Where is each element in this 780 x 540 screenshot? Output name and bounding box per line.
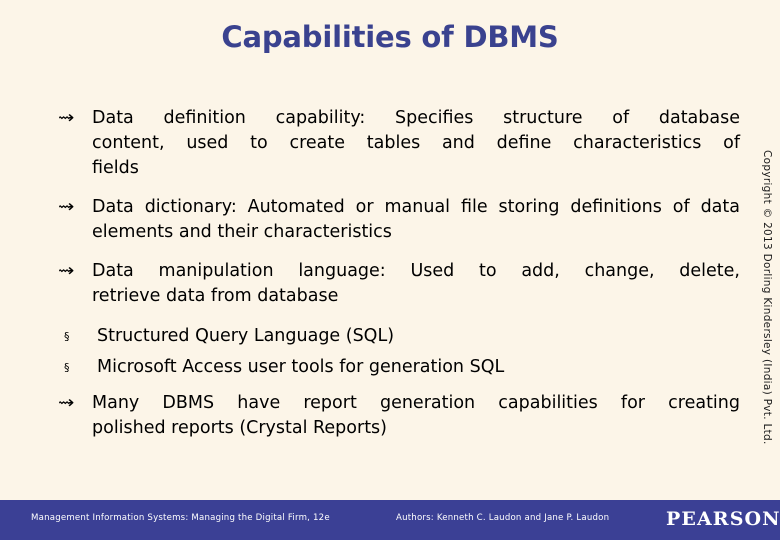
copyright-sidebar: Copyright © 2013 Dorling Kindersley (Ind… <box>756 150 778 480</box>
footer-bar: Management Information Systems: Managing… <box>0 500 780 540</box>
page-title: Capabilities of DBMS <box>221 20 559 54</box>
list-item: § Microsoft Access user tools for genera… <box>58 354 740 381</box>
arrow-bullet-icon: ⇝ <box>58 393 75 413</box>
list-item: § Structured Query Language (SQL) <box>58 323 740 350</box>
square-bullet-icon: § <box>64 330 70 343</box>
list-item: ⇝ Many DBMS have report generation capab… <box>58 391 740 441</box>
footer-course-title: Management Information Systems: Managing… <box>31 513 330 523</box>
arrow-bullet-icon: ⇝ <box>58 261 75 281</box>
list-item: ⇝ Data manipulation language: Used to ad… <box>58 259 740 309</box>
list-item-text: Structured Query Language (SQL) <box>97 323 740 350</box>
list-item: ⇝ Data dictionary: Automated or manual f… <box>58 195 740 245</box>
copyright-text: Copyright © 2013 Dorling Kindersley (Ind… <box>761 150 773 445</box>
bullet-line: Microsoft Access user tools for generati… <box>97 357 505 377</box>
bullet-line: Data definition capability: Specifies st… <box>92 108 740 128</box>
pearson-logo: PEARSON <box>666 508 780 530</box>
arrow-bullet-icon: ⇝ <box>58 197 75 217</box>
list-item-text: Many DBMS have report generation capabil… <box>92 391 740 441</box>
bullet-line: Data dictionary: Automated or manual fil… <box>92 197 690 217</box>
list-item-text: Data manipulation language: Used to add,… <box>92 259 740 309</box>
bullet-line: content, used to create tables and defin… <box>92 133 740 153</box>
bullet-line: Data manipulation language: Used to add,… <box>92 261 740 281</box>
bullet-list: ⇝ Data definition capability: Specifies … <box>58 106 740 455</box>
list-item: ⇝ Data definition capability: Specifies … <box>58 106 740 181</box>
slide-canvas: Capabilities of DBMS ⇝ Data definition c… <box>0 0 780 540</box>
bullet-line: Structured Query Language (SQL) <box>97 326 395 346</box>
bullet-line: polished reports (Crystal Reports) <box>92 418 387 438</box>
arrow-bullet-icon: ⇝ <box>58 108 75 128</box>
square-bullet-icon: § <box>64 361 70 374</box>
list-item-text: Data definition capability: Specifies st… <box>92 106 740 181</box>
footer-authors: Authors: Kenneth C. Laudon and Jane P. L… <box>396 513 610 523</box>
list-item-text: Data dictionary: Automated or manual fil… <box>92 195 740 245</box>
list-item-text: Microsoft Access user tools for generati… <box>97 354 740 381</box>
bullet-line: retrieve data from database <box>92 286 339 306</box>
bullet-line: fields <box>92 158 139 178</box>
bullet-line: Many DBMS have report generation capabil… <box>92 393 740 413</box>
